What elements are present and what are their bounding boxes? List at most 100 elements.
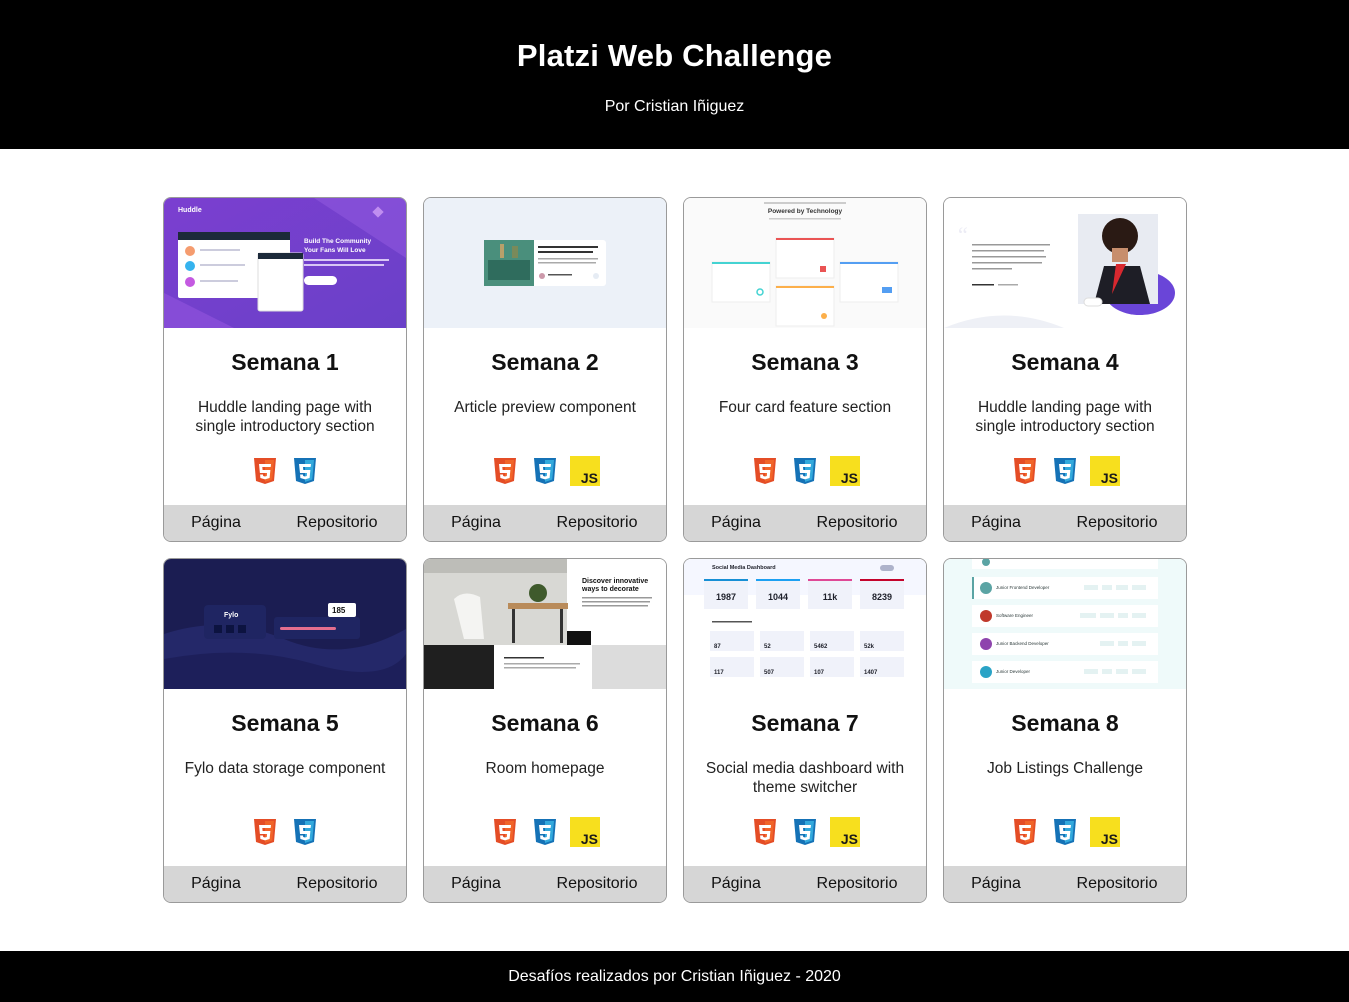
- challenge-card-5: Fylo 185 Semana 5 Fylo data storage comp…: [163, 558, 407, 903]
- card-thumbnail[interactable]: “: [944, 198, 1186, 328]
- card-description: Article preview component: [454, 399, 636, 416]
- page-link[interactable]: Página: [424, 514, 528, 532]
- js-icon: JS: [830, 817, 860, 847]
- js-icon: JS: [830, 456, 860, 486]
- html5-icon: [754, 458, 776, 484]
- card-thumbnail[interactable]: Junior Frontend Developer Software Engin…: [944, 559, 1186, 689]
- page-subtitle: Por Cristian Iñiguez: [604, 98, 745, 115]
- svg-text:Fylo: Fylo: [224, 612, 238, 619]
- card-description: Job Listings Challenge: [987, 760, 1143, 777]
- card-description: Room homepage: [485, 760, 605, 777]
- svg-text:JS: JS: [581, 831, 598, 847]
- card-links: Página Repositorio: [164, 505, 406, 541]
- repository-link[interactable]: Repositorio: [268, 514, 406, 532]
- svg-text:Junior Developer: Junior Developer: [996, 669, 1031, 674]
- page-link[interactable]: Página: [944, 514, 1048, 532]
- card-description: Huddle landing page with single introduc…: [975, 399, 1155, 435]
- svg-text:52: 52: [764, 644, 771, 650]
- svg-text:52k: 52k: [864, 644, 875, 650]
- card-title: Semana 3: [751, 349, 859, 375]
- svg-text:1987: 1987: [716, 592, 736, 602]
- html5-icon: [754, 819, 776, 845]
- repository-link[interactable]: Repositorio: [1048, 514, 1186, 532]
- card-thumbnail[interactable]: Powered by Technology: [684, 198, 926, 328]
- challenge-card-1: Huddle Build The Community Your Fans Wil…: [163, 197, 407, 542]
- css3-icon: [1054, 819, 1076, 845]
- tech-icons: JS: [424, 456, 666, 486]
- css3-icon: [1054, 458, 1076, 484]
- svg-text:8239: 8239: [872, 592, 892, 602]
- card-title: Semana 4: [1011, 349, 1119, 375]
- site-footer: Desafíos realizados por Cristian Iñiguez…: [0, 951, 1349, 1002]
- html5-icon: [1014, 458, 1036, 484]
- svg-text:Junior Backend Developer: Junior Backend Developer: [996, 641, 1049, 646]
- challenge-card-4: “ Semana 4 Huddle landing page with sing…: [943, 197, 1187, 542]
- svg-text:JS: JS: [581, 470, 598, 486]
- svg-text:5462: 5462: [814, 644, 828, 650]
- html5-icon: [254, 458, 276, 484]
- challenge-card-3: Powered by Technology Semana 3 Four card…: [683, 197, 927, 542]
- card-title: Semana 5: [231, 710, 339, 736]
- card-links: Página Repositorio: [424, 505, 666, 541]
- svg-text:ways to decorate: ways to decorate: [581, 586, 639, 593]
- card-thumbnail[interactable]: Discover innovative ways to decorate: [424, 559, 666, 689]
- js-icon: JS: [570, 817, 600, 847]
- page-link[interactable]: Página: [684, 875, 788, 893]
- repository-link[interactable]: Repositorio: [528, 875, 666, 893]
- css3-icon: [534, 819, 556, 845]
- svg-text:185: 185: [332, 606, 346, 615]
- js-icon: JS: [1090, 456, 1120, 486]
- card-thumbnail[interactable]: Social Media Dashboard 1987 1044 11k 823…: [684, 559, 926, 689]
- page-title: Platzi Web Challenge: [516, 38, 833, 73]
- challenge-card-8: Junior Frontend Developer Software Engin…: [943, 558, 1187, 903]
- page-link[interactable]: Página: [164, 514, 268, 532]
- svg-text:Discover innovative: Discover innovative: [582, 578, 648, 585]
- card-thumbnail[interactable]: [424, 198, 666, 328]
- svg-text:JS: JS: [841, 470, 858, 486]
- challenge-card-7: Social Media Dashboard 1987 1044 11k 823…: [683, 558, 927, 903]
- card-description: Four card feature section: [718, 399, 892, 416]
- svg-text:JS: JS: [841, 831, 858, 847]
- svg-text:1407: 1407: [864, 670, 878, 676]
- css3-icon: [794, 458, 816, 484]
- js-icon: JS: [1090, 817, 1120, 847]
- card-thumbnail[interactable]: Fylo 185: [164, 559, 406, 689]
- card-title: Semana 7: [751, 710, 859, 736]
- tech-icons: JS: [944, 817, 1186, 847]
- card-links: Página Repositorio: [944, 505, 1186, 541]
- repository-link[interactable]: Repositorio: [788, 875, 926, 893]
- repository-link[interactable]: Repositorio: [528, 514, 666, 532]
- page-link[interactable]: Página: [164, 875, 268, 893]
- css3-icon: [534, 458, 556, 484]
- js-icon: JS: [570, 456, 600, 486]
- repository-link[interactable]: Repositorio: [788, 514, 926, 532]
- card-title: Semana 1: [231, 349, 339, 375]
- page-link[interactable]: Página: [684, 514, 788, 532]
- svg-text:1044: 1044: [768, 592, 788, 602]
- tech-icons: JS: [684, 817, 926, 847]
- tech-icons: JS: [684, 456, 926, 486]
- page-link[interactable]: Página: [424, 875, 528, 893]
- repository-link[interactable]: Repositorio: [1048, 875, 1186, 893]
- card-thumbnail[interactable]: Huddle Build The Community Your Fans Wil…: [164, 198, 406, 328]
- page-link[interactable]: Página: [944, 875, 1048, 893]
- challenge-grid: Huddle Build The Community Your Fans Wil…: [163, 197, 1187, 903]
- html5-icon: [494, 819, 516, 845]
- card-links: Página Repositorio: [684, 866, 926, 902]
- html5-icon: [494, 458, 516, 484]
- css3-icon: [794, 819, 816, 845]
- tech-icons: [164, 456, 406, 486]
- card-description: Fylo data storage component: [184, 760, 386, 777]
- svg-text:107: 107: [814, 670, 825, 676]
- svg-text:“: “: [958, 222, 968, 247]
- html5-icon: [1014, 819, 1036, 845]
- svg-text:JS: JS: [1101, 470, 1118, 486]
- css3-icon: [294, 458, 316, 484]
- repository-link[interactable]: Repositorio: [268, 875, 406, 893]
- card-description: Social media dashboard with theme switch…: [705, 760, 905, 796]
- site-header: Platzi Web Challenge Por Cristian Iñigue…: [0, 0, 1349, 149]
- card-title: Semana 8: [1011, 710, 1119, 736]
- card-description: Huddle landing page with single introduc…: [195, 399, 375, 435]
- card-links: Página Repositorio: [164, 866, 406, 902]
- svg-text:Build The Community: Build The Community: [304, 238, 372, 245]
